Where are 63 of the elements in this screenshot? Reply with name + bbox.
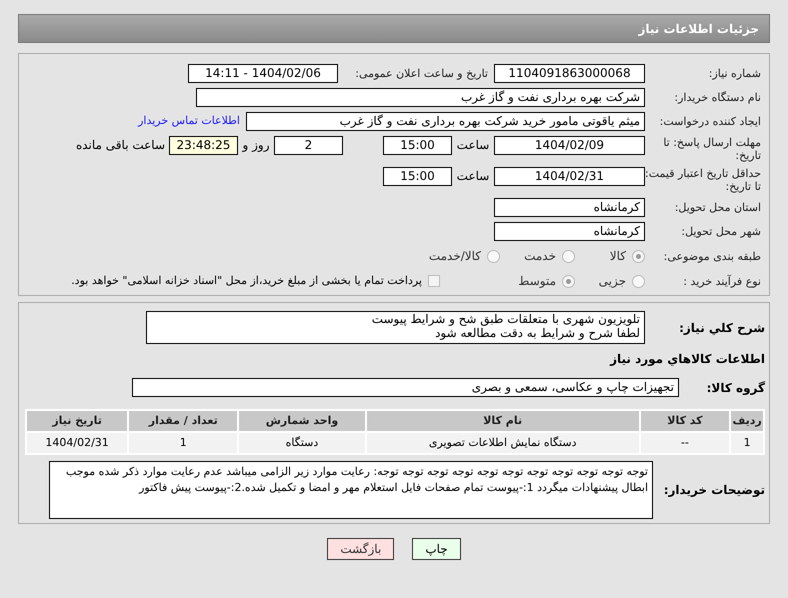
description-text: تلویزیون شهری با متعلقات طبق شح و شرایط پیوست bbox=[370, 312, 640, 326]
contact-link[interactable]: اطلاعات تماس خریدار bbox=[138, 113, 240, 130]
table-cell: -- bbox=[640, 432, 730, 454]
back-button[interactable]: بازگشت bbox=[327, 538, 394, 560]
field-label: گروه کالا: bbox=[706, 380, 765, 396]
city-field[interactable]: کرمانشاه bbox=[494, 222, 645, 241]
table-cell: دستگاه نمایش اطلاعات تصویری bbox=[366, 432, 640, 454]
radio-label: جزیی bbox=[598, 273, 626, 290]
announce-date-field[interactable]: 1404/02/06 - 14:11 bbox=[188, 64, 338, 83]
print-button[interactable]: چاپ bbox=[412, 538, 461, 560]
radio-label: کالا bbox=[610, 248, 626, 265]
table-cell: 1 bbox=[730, 432, 764, 454]
radio-button[interactable] bbox=[632, 250, 645, 262]
checkbox[interactable] bbox=[428, 275, 440, 287]
field-label: شماره نیاز: bbox=[708, 67, 761, 80]
column-header: کد کالا bbox=[640, 410, 730, 432]
radio-label: کالا/خدمت bbox=[428, 248, 481, 265]
table-cell: 1 bbox=[128, 432, 238, 454]
column-header: ردیف bbox=[730, 410, 764, 432]
radio-button[interactable] bbox=[562, 250, 575, 262]
checkbox-label: پرداخت تمام یا بخشی از مبلغ خرید،از محل "اسناد خزانه اسلامی" خواهد بود. bbox=[71, 272, 422, 289]
time-label: ساعت bbox=[456, 137, 490, 154]
radio-button[interactable] bbox=[632, 274, 645, 288]
field-label: شهر محل تحویل: bbox=[680, 225, 761, 238]
reply-time-field[interactable]: 15:00 bbox=[383, 136, 452, 155]
time-label: ساعت bbox=[456, 168, 490, 185]
goods-group-field[interactable]: تجهیزات چاپ و عکاسی، سمعی و بصری bbox=[132, 378, 679, 397]
reply-date-field[interactable]: 1404/02/09 bbox=[494, 136, 645, 155]
section-title: اطلاعات کالاهاي مورد نياز bbox=[610, 351, 765, 368]
field-label: ایجاد کننده درخواست: bbox=[658, 115, 761, 128]
province-field[interactable]: کرمانشاه bbox=[494, 198, 645, 217]
table-cell: 1404/02/31 bbox=[26, 432, 128, 454]
page-title: جزئیات اطلاعات نیاز bbox=[638, 20, 759, 38]
days-label: روز و bbox=[241, 137, 270, 154]
radio-button[interactable] bbox=[487, 250, 500, 262]
buyer-notes-textarea[interactable]: توجه توجه توجه توجه توجه توجه توجه توجه توجه توجه توجه: رعایت موارد زیر الزامی میباشد عدم رعایت موارد ذکر شده موجب ابطال پیشنهادات میگردد 1:-پیوست تمام صفحات فایل استعلام مهر و امضا و تکمیل شده.2:-پیوست پیش فاکتور bbox=[49, 461, 653, 519]
remaining-label: ساعت باقی مانده bbox=[76, 137, 165, 154]
field-label: استان محل تحویل: bbox=[674, 201, 761, 214]
validity-date-field[interactable]: 1404/02/31 bbox=[494, 167, 645, 186]
field-label: مهلت ارسال پاسخ: تا تاریخ: bbox=[662, 136, 761, 162]
column-header: تعداد / مقدار bbox=[128, 410, 238, 432]
radio-button[interactable] bbox=[562, 274, 575, 288]
description-text: لطفا شرح و شرایط به دقت مطالعه شود bbox=[434, 326, 640, 340]
column-header: نام کالا bbox=[366, 410, 640, 432]
description-textarea[interactable]: تلویزیون شهری با متعلقات طبق شح و شرایط پیوست لطفا شرح و شرایط به دقت مطالعه شود bbox=[146, 311, 645, 344]
field-label: طبقه بندی موضوعی: bbox=[662, 250, 761, 262]
radio-label: خدمت bbox=[524, 248, 556, 265]
column-header: واحد شمارش bbox=[238, 410, 366, 432]
buyer-name-field[interactable]: شرکت بهره برداری نفت و گاز غرب bbox=[196, 88, 645, 107]
remaining-time-field[interactable]: 23:48:25 bbox=[169, 136, 238, 155]
field-label: نام دستگاه خریدار: bbox=[673, 91, 761, 104]
days-field[interactable]: 2 bbox=[274, 136, 343, 155]
field-label: شرح کلي نياز: bbox=[678, 320, 765, 336]
requester-field[interactable]: میثم یاقوتی مامور خرید شرکت بهره برداری نفت و گاز غرب bbox=[246, 112, 645, 131]
field-label: حداقل تاریخ اعتبار قیمت: تا تاریخ: bbox=[645, 167, 761, 193]
table-cell: دستگاه bbox=[238, 432, 366, 454]
validity-time-field[interactable]: 15:00 bbox=[383, 167, 452, 186]
field-label: توضیحات خریدار: bbox=[662, 482, 765, 499]
field-label: تاریخ و ساعت اعلان عمومی: bbox=[354, 67, 488, 80]
column-header: تاریخ نیاز bbox=[26, 410, 128, 432]
need-number-field[interactable]: 1104091863000068 bbox=[494, 64, 645, 83]
field-label: نوع فرآیند خرید : bbox=[682, 274, 761, 288]
radio-label: متوسط bbox=[518, 273, 556, 290]
